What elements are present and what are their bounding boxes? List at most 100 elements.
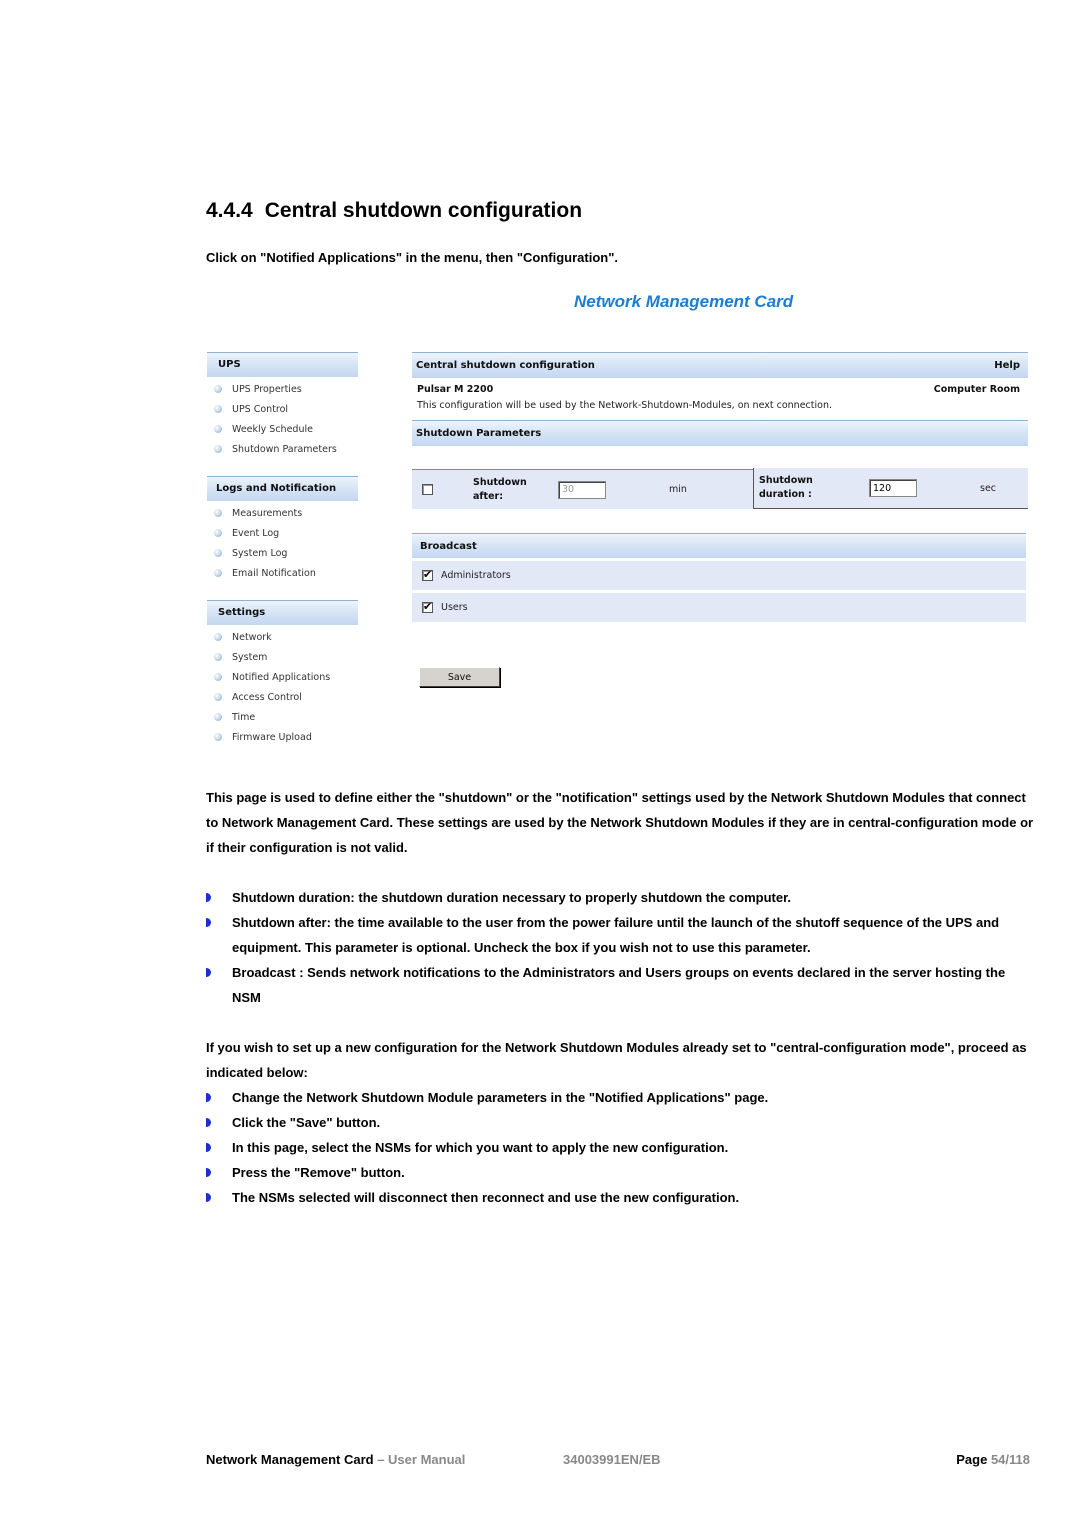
footer-title: Network Management Card – User Manual (206, 1452, 466, 1467)
device-name: Pulsar M 2200 (417, 383, 494, 395)
bullet-icon (206, 968, 211, 977)
sidebar-item-network[interactable]: Network (207, 627, 358, 647)
administrators-checkbox[interactable] (422, 568, 433, 581)
list-item: Click the "Save" button. (206, 1110, 1036, 1135)
bullet-icon (206, 1168, 211, 1177)
sidebar-item-shutdown-parameters[interactable]: Shutdown Parameters (207, 439, 358, 459)
save-button[interactable]: Save (419, 667, 500, 687)
sidebar-item-label: Shutdown Parameters (232, 443, 337, 455)
section-title: Central shutdown configuration (264, 199, 583, 222)
sidebar-item-ups-properties[interactable]: UPS Properties (207, 379, 358, 399)
shutdown-duration-label: Shutdown duration : (759, 475, 813, 500)
procedure-steps-list: Change the Network Shutdown Module param… (206, 1085, 1036, 1210)
section-label: Shutdown Parameters (416, 428, 542, 439)
shutdown-after-unit: min (669, 484, 687, 495)
sidebar-item-label: Time (232, 711, 256, 723)
sidebar-group-title: UPS (207, 352, 358, 377)
bullet-icon (206, 893, 211, 902)
shutdown-parameters-header: Shutdown Parameters (412, 420, 1028, 446)
sidebar-group-logs: Logs and Notification Measurements Event… (207, 476, 358, 583)
broadcast-users-row: Users (412, 593, 1026, 622)
procedure-intro: If you wish to set up a new configuratio… (206, 1040, 1027, 1080)
sidebar-group-settings: Settings Network System Notified Applica… (207, 600, 358, 747)
sidebar-item-label: UPS Properties (232, 383, 302, 395)
help-link[interactable]: Help (994, 360, 1020, 371)
bullet-icon (206, 1118, 211, 1127)
bullet-icon (206, 1143, 211, 1152)
section-heading: 4.4.4 Central shutdown configuration (206, 199, 582, 223)
list-item: Change the Network Shutdown Module param… (206, 1085, 1036, 1110)
shutdown-duration-cell: Shutdownduration : sec (753, 468, 1028, 509)
panel-title: Central shutdown configuration (416, 360, 595, 371)
bullet-icon (214, 693, 222, 701)
sidebar-item-label: System Log (232, 547, 288, 559)
device-location: Computer Room (933, 383, 1020, 395)
page-footer: Network Management Card – User Manual 34… (206, 1452, 1030, 1470)
shutdown-after-cell: Shutdownafter: min (412, 469, 753, 509)
bullet-icon (214, 445, 222, 453)
bullet-icon (214, 385, 222, 393)
footer-page-number: Page 54/118 (956, 1452, 1030, 1467)
bullet-icon (214, 569, 222, 577)
bullet-icon (206, 918, 211, 927)
list-item: In this page, select the NSMs for which … (206, 1135, 1036, 1160)
sidebar-item-label: Email Notification (232, 567, 316, 579)
main-panel: Central shutdown configuration Help Puls… (412, 352, 1028, 622)
sidebar-item-measurements[interactable]: Measurements (207, 503, 358, 523)
sidebar-item-label: Event Log (232, 527, 280, 539)
list-item: The NSMs selected will disconnect then r… (206, 1185, 1036, 1210)
bullet-icon (214, 529, 222, 537)
sidebar-item-firmware-upload[interactable]: Firmware Upload (207, 727, 358, 747)
sidebar-item-ups-control[interactable]: UPS Control (207, 399, 358, 419)
sidebar-item-label: Access Control (232, 691, 302, 703)
broadcast-header: Broadcast (412, 533, 1026, 558)
broadcast-section: Broadcast Administrators Users (412, 533, 1026, 622)
sidebar-item-notified-applications[interactable]: Notified Applications (207, 667, 358, 687)
device-info-row: Pulsar M 2200 Computer Room (412, 378, 1028, 400)
sidebar-item-label: Network (232, 631, 272, 643)
panel-header: Central shutdown configuration Help (412, 352, 1028, 378)
sidebar-item-label: UPS Control (232, 403, 289, 415)
bullet-icon (214, 653, 222, 661)
list-item: Broadcast : Sends network notifications … (206, 960, 1036, 1010)
shutdown-after-input[interactable] (558, 480, 606, 499)
list-item: Shutdown duration: the shutdown duration… (206, 885, 1036, 910)
users-checkbox[interactable] (422, 600, 433, 613)
bullet-icon (214, 733, 222, 741)
sidebar-group-title: Settings (207, 600, 358, 625)
administrators-label: Administrators (441, 570, 511, 581)
sidebar-item-label: System (232, 651, 268, 663)
intro-instruction: Click on "Notified Applications" in the … (206, 250, 619, 265)
field-explanation-list: Shutdown duration: the shutdown duration… (206, 885, 1036, 1010)
shutdown-duration-unit: sec (980, 482, 997, 494)
description-paragraph: This page is used to define either the "… (206, 790, 1034, 855)
bullet-icon (206, 1193, 211, 1202)
sidebar-item-system-log[interactable]: System Log (207, 543, 358, 563)
sidebar-item-label: Measurements (232, 507, 303, 519)
sidebar-item-time[interactable]: Time (207, 707, 358, 727)
shutdown-after-checkbox[interactable] (422, 484, 433, 495)
sidebar-item-access-control[interactable]: Access Control (207, 687, 358, 707)
sidebar-group-ups: UPS UPS Properties UPS Control Weekly Sc… (207, 352, 358, 459)
sidebar-item-label: Notified Applications (232, 671, 331, 683)
sidebar-item-system[interactable]: System (207, 647, 358, 667)
list-item: Press the "Remove" button. (206, 1160, 1036, 1185)
sidebar-item-weekly-schedule[interactable]: Weekly Schedule (207, 419, 358, 439)
shutdown-duration-input[interactable] (869, 479, 917, 497)
shutdown-parameters-row: Shutdownafter: min Shutdownduration : se… (412, 468, 1028, 509)
panel-description: This configuration will be used by the N… (417, 400, 832, 411)
sidebar-item-label: Weekly Schedule (232, 423, 313, 435)
bullet-icon (214, 673, 222, 681)
bullet-icon (214, 633, 222, 641)
bullet-icon (214, 425, 222, 433)
list-item: Shutdown after: the time available to th… (206, 910, 1036, 960)
sidebar-item-label: Firmware Upload (232, 731, 312, 743)
app-title: Network Management Card (574, 292, 794, 311)
footer-doc-ref: 34003991EN/EB (563, 1452, 661, 1467)
section-number: 4.4.4 (206, 199, 253, 222)
sidebar-item-event-log[interactable]: Event Log (207, 523, 358, 543)
bullet-icon (214, 509, 222, 517)
bullet-icon (214, 405, 222, 413)
bullet-icon (206, 1093, 211, 1102)
sidebar-item-email-notification[interactable]: Email Notification (207, 563, 358, 583)
